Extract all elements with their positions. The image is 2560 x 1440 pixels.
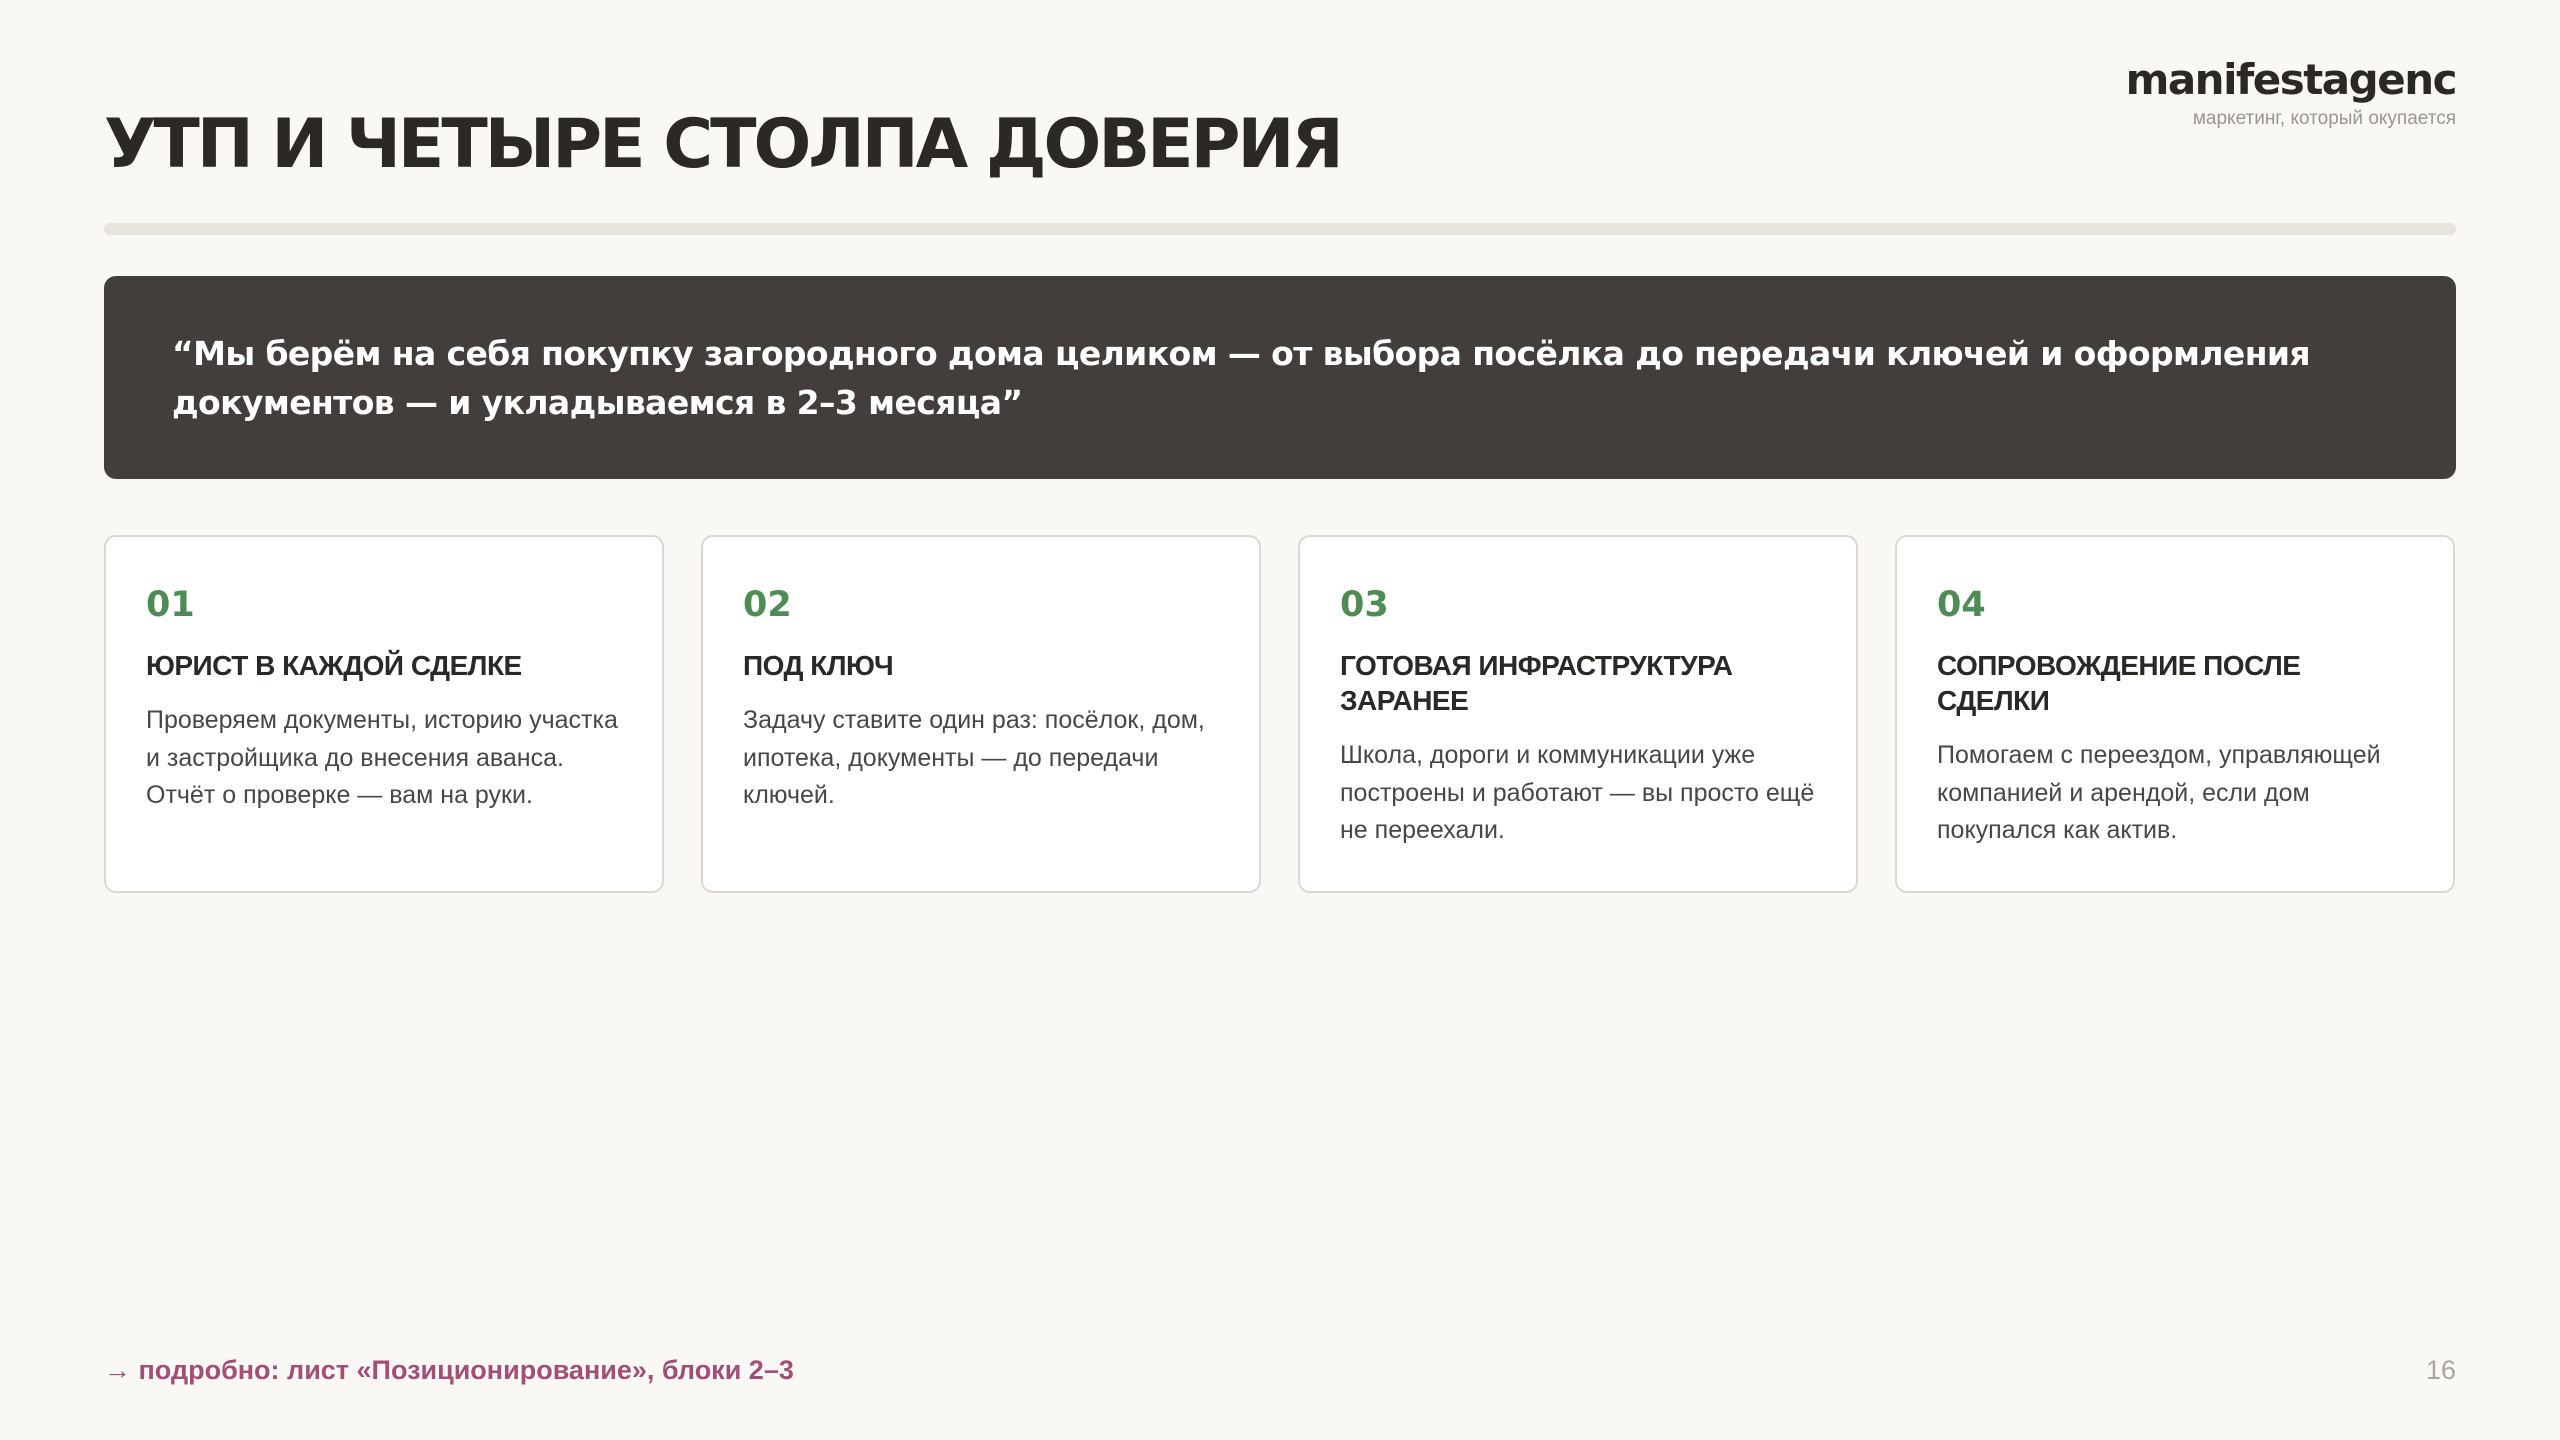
pillar-title: СОПРОВОЖДЕНИЕ ПОСЛЕ СДЕЛКИ bbox=[1937, 650, 2301, 716]
pillar-number: 02 bbox=[743, 585, 792, 625]
pillar-description: Помогаем с переездом, управляющей компан… bbox=[1937, 741, 2381, 844]
brand-tagline: маркетинг, который окупается bbox=[2192, 108, 2456, 130]
usp-banner: “Мы берём на себя покупку загородного до… bbox=[104, 276, 2456, 479]
page-number: 16 bbox=[2425, 1355, 2456, 1385]
pillar-number: 04 bbox=[1937, 585, 1986, 625]
pillar-title: ГОТОВАЯ ИНФРАСТРУКТУРА ЗАРАНЕЕ bbox=[1340, 650, 1733, 716]
usp-quote: “Мы берём на себя покупку загородного до… bbox=[172, 334, 2311, 422]
pillar-number: 01 bbox=[146, 585, 195, 625]
positioning-sheet-link[interactable]: → подробно: лист «Позиционирование», бло… bbox=[104, 1355, 794, 1386]
pillar-title: ЮРИСТ В КАЖДОЙ СДЕЛКЕ bbox=[146, 650, 522, 681]
pillar-card-2: 02 ПОД КЛЮЧ Задачу ставите один раз: пос… bbox=[701, 535, 1261, 893]
brand-name: manifestagenc bbox=[2125, 55, 2458, 104]
slide-title: УТП И ЧЕТЫРЕ СТОЛПА ДОВЕРИЯ bbox=[104, 105, 1344, 184]
pillar-description: Задачу ставите один раз: посёлок, дом, и… bbox=[743, 706, 1205, 809]
pillar-number: 03 bbox=[1340, 585, 1389, 625]
pillar-card-3: 03 ГОТОВАЯ ИНФРАСТРУКТУРА ЗАРАНЕЕ Школа,… bbox=[1298, 535, 1858, 893]
pillar-description: Школа, дороги и коммуникации уже построе… bbox=[1340, 741, 1815, 844]
title-divider bbox=[104, 223, 2456, 235]
pillar-title: ПОД КЛЮЧ bbox=[743, 650, 894, 681]
pillar-description: Проверяем документы, историю участка и з… bbox=[146, 706, 618, 809]
brand-logo: manifestagenc маркетинг, который окупает… bbox=[2125, 55, 2458, 130]
pillar-card-4: 04 СОПРОВОЖДЕНИЕ ПОСЛЕ СДЕЛКИ Помогаем с… bbox=[1895, 535, 2455, 893]
slide: УТП И ЧЕТЫРЕ СТОЛПА ДОВЕРИЯ manifestagen… bbox=[0, 0, 2560, 1440]
pillar-card-1: 01 ЮРИСТ В КАЖДОЙ СДЕЛКЕ Проверяем докум… bbox=[104, 535, 664, 893]
